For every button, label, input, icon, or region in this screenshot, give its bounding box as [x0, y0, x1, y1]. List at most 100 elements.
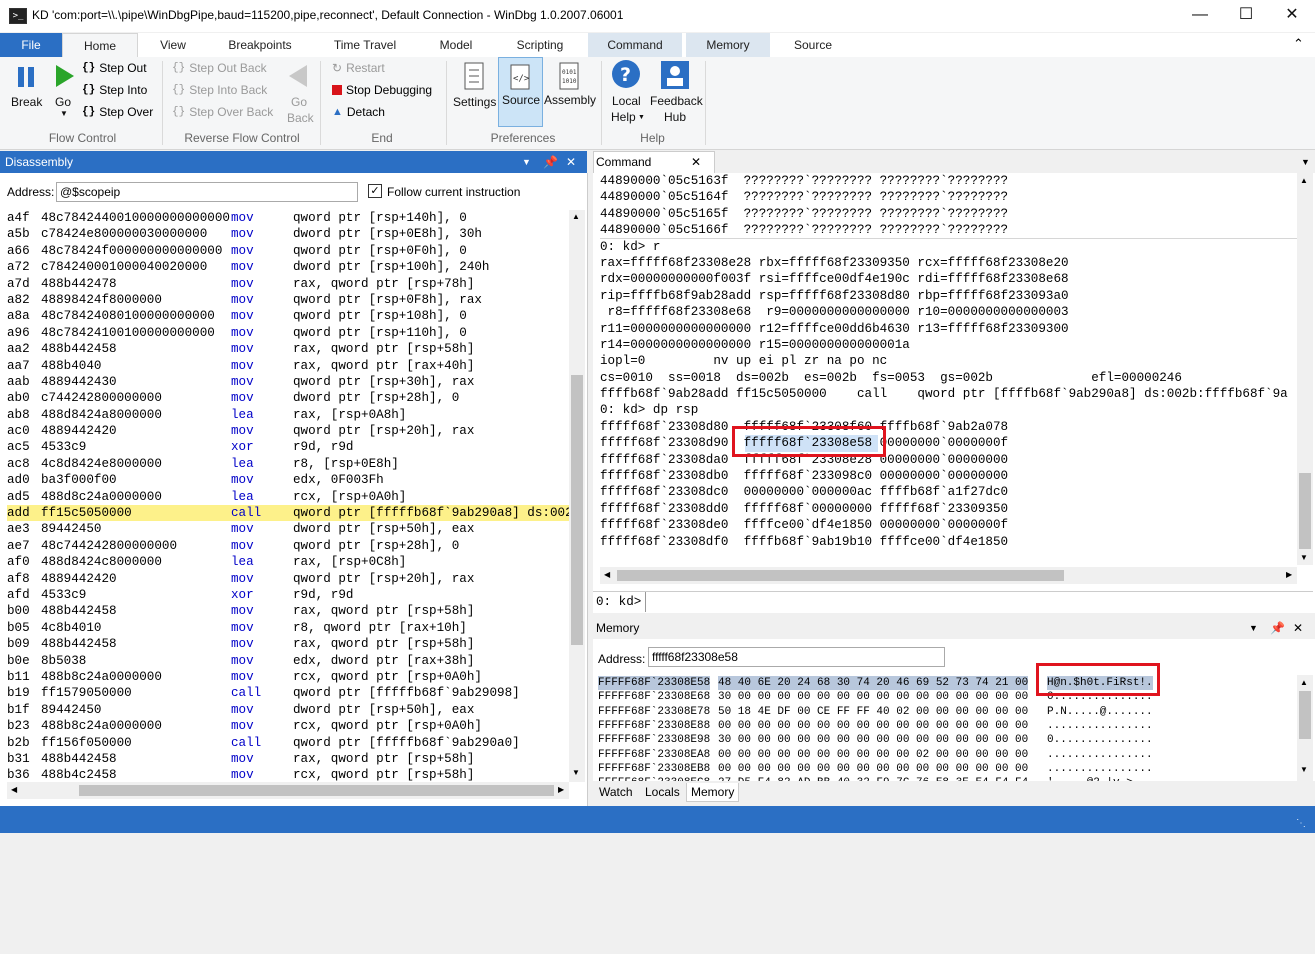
panel-menu-icon[interactable]: ▼ [1301, 151, 1310, 173]
disassembly-line[interactable]: b09 488b442458 mov rax, qword ptr [rsp+58h] [7, 636, 569, 652]
help-icon[interactable]: ? [611, 59, 641, 89]
disassembly-line[interactable]: ab0 c744242800000000 mov dword ptr [rsp+28h… [7, 390, 569, 406]
restart-button[interactable]: ↻ Restart [332, 61, 385, 75]
hscroll-thumb[interactable] [617, 570, 1064, 581]
feedback-label-1[interactable]: Feedback [650, 94, 703, 108]
disassembly-line[interactable]: a4f 48c7842440010000000000000 mov qword ptr… [7, 210, 569, 226]
scroll-up-icon[interactable]: ▲ [572, 212, 580, 221]
close-icon[interactable]: ✕ [1293, 617, 1303, 639]
step-into-back-button[interactable]: {} Step Into Back [172, 83, 267, 97]
scroll-thumb[interactable] [1299, 691, 1311, 739]
go-button[interactable]: Go [55, 95, 71, 109]
tab-time-travel[interactable]: Time Travel [324, 33, 406, 57]
command-hscrollbar[interactable]: ◀ ▶ [600, 567, 1297, 584]
scroll-down-icon[interactable]: ▼ [1300, 765, 1308, 774]
tab-view[interactable]: View [140, 33, 206, 57]
maximize-button[interactable]: ☐ [1223, 0, 1269, 32]
break-button[interactable]: Break [11, 95, 42, 109]
disassembly-line[interactable]: b1f 89442450 mov dword ptr [rsp+50h], eax [7, 702, 569, 718]
disassembly-line[interactable]: a82 48898424f8000000 mov qword ptr [rsp+0F8… [7, 292, 569, 308]
tab-file[interactable]: File [0, 33, 62, 57]
disassembly-vscrollbar[interactable]: ▲ ▼ [569, 210, 585, 782]
scroll-up-icon[interactable]: ▲ [1300, 176, 1308, 185]
source-icon[interactable]: </> [508, 63, 532, 91]
local-help-dropdown-icon[interactable]: ▼ [638, 114, 645, 121]
tab-home[interactable]: Home [62, 33, 138, 58]
disassembly-line[interactable]: b2b ff156f050000 call qword ptr [fffffb68f`… [7, 735, 569, 751]
disassembly-hscrollbar[interactable]: ◀ ▶ [7, 782, 569, 799]
hscroll-thumb[interactable] [79, 785, 554, 796]
tab-model[interactable]: Model [428, 33, 484, 57]
disassembly-line[interactable]: b19 ff1579050000 call qword ptr [fffffb68f`… [7, 685, 569, 701]
tab-watch[interactable]: Watch [595, 783, 637, 801]
local-help-label-1[interactable]: Local [612, 94, 641, 108]
panel-menu-icon[interactable]: ▼ [522, 151, 531, 173]
settings-icon[interactable] [462, 61, 486, 91]
disassembly-line[interactable]: a7d 488b442478 mov rax, qword ptr [rsp+78h] [7, 276, 569, 292]
go-back-label-1[interactable]: Go [291, 95, 307, 109]
scroll-right-icon[interactable]: ▶ [558, 785, 564, 794]
disassembly-line[interactable]: a72 c784240001000040020000 mov dword ptr [r… [7, 259, 569, 275]
disassembly-line[interactable]: ab8 488d8424a8000000 lea rax, [rsp+0A8h] [7, 407, 569, 423]
scroll-left-icon[interactable]: ◀ [11, 785, 17, 794]
go-icon[interactable] [52, 63, 76, 89]
detach-button[interactable]: ▲ Detach [332, 105, 385, 119]
settings-button[interactable]: Settings [453, 95, 496, 109]
step-out-back-button[interactable]: {} Step Out Back [172, 61, 267, 75]
disassembly-line[interactable]: ac5 4533c9 xor r9d, r9d [7, 439, 569, 455]
panel-menu-icon[interactable]: ▼ [1249, 617, 1258, 639]
disassembly-line[interactable]: aa2 488b442458 mov rax, qword ptr [rsp+58h] [7, 341, 569, 357]
scroll-thumb[interactable] [1299, 473, 1311, 549]
tab-memory[interactable]: Memory [686, 33, 770, 57]
feedback-hub-icon[interactable] [660, 60, 690, 90]
stop-debugging-button[interactable]: Stop Debugging [332, 83, 432, 97]
close-icon[interactable]: ✕ [566, 151, 576, 173]
feedback-label-2[interactable]: Hub [664, 110, 686, 124]
memory-vscrollbar[interactable]: ▲ ▼ [1297, 675, 1313, 781]
disassembly-line[interactable]: afd 4533c9 xor r9d, r9d [7, 587, 569, 603]
disassembly-line[interactable]: add ff15c5050000 call qword ptr [fffffb68f`… [7, 505, 569, 522]
disassembly-line[interactable]: ad5 488d8c24a0000000 lea rcx, [rsp+0A0h] [7, 489, 569, 505]
disassembly-lines[interactable]: a4f 48c7842440010000000000000 mov qword ptr… [7, 210, 569, 954]
disassembly-line[interactable]: ac0 4889442420 mov qword ptr [rsp+20h], rax [7, 423, 569, 439]
tab-locals[interactable]: Locals [641, 783, 684, 801]
tab-memory-panel[interactable]: Memory [686, 783, 740, 802]
go-dropdown-icon[interactable]: ▼ [60, 109, 68, 118]
assembly-icon[interactable]: 0101 1010 [557, 61, 581, 91]
assembly-button[interactable]: Assembly [544, 93, 596, 107]
disassembly-line[interactable]: b0e 8b5038 mov edx, dword ptr [rax+38h] [7, 653, 569, 669]
scroll-right-icon[interactable]: ▶ [1286, 570, 1292, 579]
tab-source[interactable]: Source [780, 33, 846, 57]
ribbon-collapse-icon[interactable]: ⌃ [1293, 36, 1304, 52]
disassembly-line[interactable]: b00 488b442458 mov rax, qword ptr [rsp+58h] [7, 603, 569, 619]
go-back-icon[interactable] [287, 63, 309, 89]
scroll-left-icon[interactable]: ◀ [604, 570, 610, 579]
memory-address-input[interactable] [648, 647, 945, 667]
scroll-up-icon[interactable]: ▲ [1300, 678, 1308, 687]
disassembly-line[interactable]: ae3 89442450 mov dword ptr [rsp+50h], eax [7, 521, 569, 537]
disassembly-line[interactable]: ad0 ba3f000f00 mov edx, 0F003Fh [7, 472, 569, 488]
disassembly-line[interactable]: a5b c78424e800000030000000 mov dword ptr [r… [7, 226, 569, 242]
disassembly-line[interactable]: b31 488b442458 mov rax, qword ptr [rsp+58h] [7, 751, 569, 767]
command-input[interactable] [649, 593, 1313, 611]
step-over-button[interactable]: {} Step Over [82, 105, 153, 119]
scroll-thumb[interactable] [571, 375, 583, 645]
step-over-back-button[interactable]: {} Step Over Back [172, 105, 273, 119]
source-pref-button[interactable]: Source [502, 93, 540, 107]
disassembly-line[interactable]: b23 488b8c24a0000000 mov rcx, qword ptr [rs… [7, 718, 569, 734]
disassembly-line[interactable]: af8 4889442420 mov qword ptr [rsp+20h], rax [7, 571, 569, 587]
go-back-label-2[interactable]: Back [287, 111, 314, 125]
resize-grip-icon[interactable]: ⋱ [1296, 818, 1306, 829]
break-icon[interactable] [14, 65, 38, 89]
tab-command[interactable]: Command [588, 33, 682, 57]
disassembly-line[interactable]: b05 4c8b4010 mov r8, qword ptr [rax+10h] [7, 620, 569, 636]
scroll-down-icon[interactable]: ▼ [1300, 553, 1308, 562]
tab-breakpoints[interactable]: Breakpoints [216, 33, 304, 57]
disassembly-line[interactable]: a66 48c78424f000000000000000 mov qword ptr … [7, 243, 569, 259]
disassembly-line[interactable]: aa7 488b4040 mov rax, qword ptr [rax+40h] [7, 358, 569, 374]
close-button[interactable]: ✕ [1269, 0, 1315, 32]
command-vscrollbar[interactable]: ▲ ▼ [1297, 173, 1313, 565]
pin-icon[interactable]: 📌 [1270, 617, 1285, 639]
tab-scripting[interactable]: Scripting [506, 33, 574, 57]
local-help-label-2[interactable]: Help [611, 110, 636, 124]
